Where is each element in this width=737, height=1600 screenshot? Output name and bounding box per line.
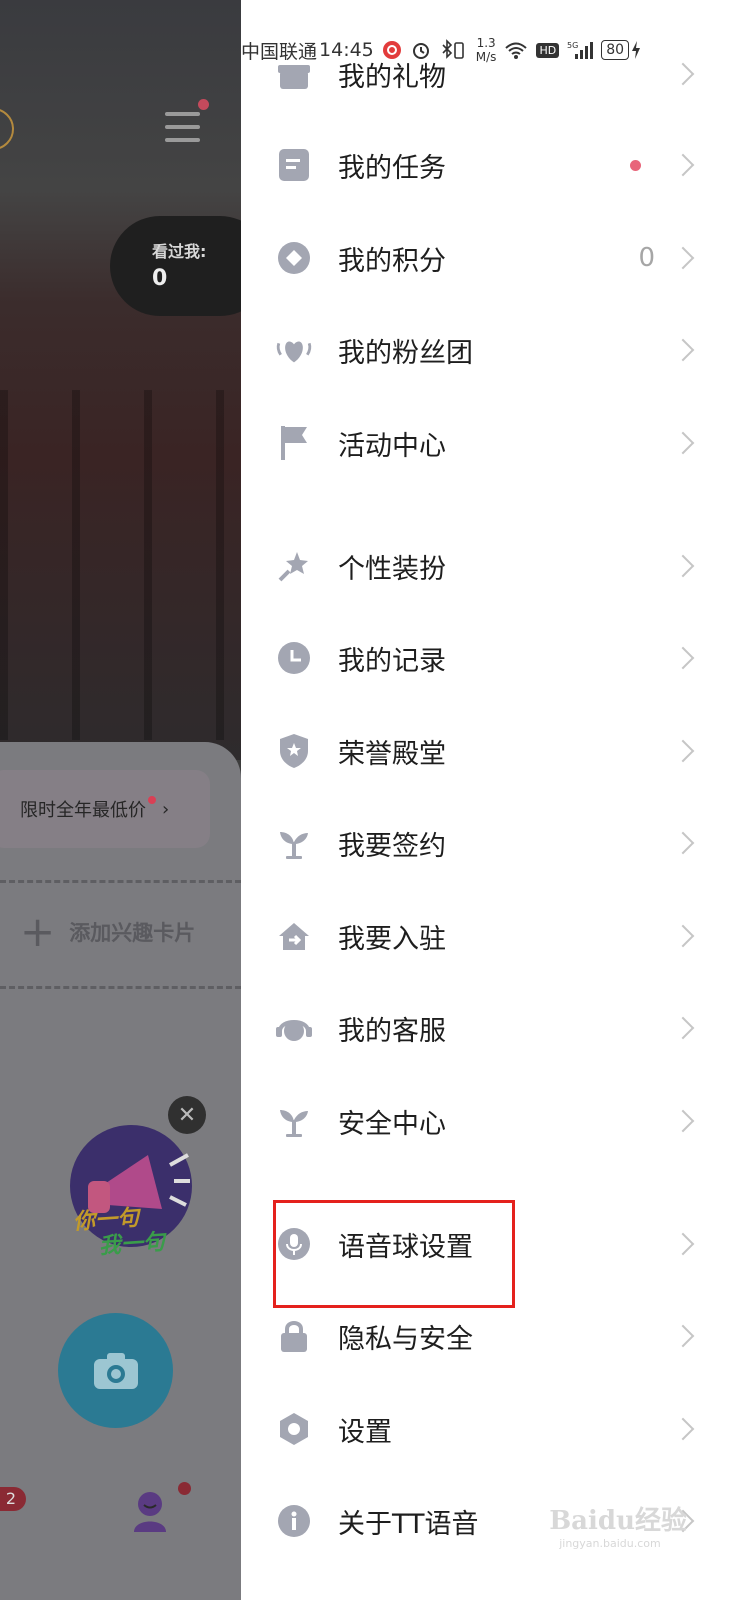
chevron-right-icon	[671, 646, 695, 670]
clock-icon	[275, 639, 313, 677]
menu-item-hall-of-honor[interactable]: 荣誉殿堂	[241, 705, 737, 797]
status-bar: 中国联通 14:45 1.3 M/s HD 5G 80	[241, 33, 737, 67]
hd-icon: HD	[536, 42, 560, 58]
menu-item-tasks[interactable]: 我的任务	[241, 119, 737, 211]
tab-me-icon[interactable]	[132, 1490, 168, 1532]
menu-item-settings[interactable]: 设置	[241, 1383, 737, 1475]
menu-item-label: 荣誉殿堂	[338, 738, 446, 770]
menu-item-records[interactable]: 我的记录	[241, 612, 737, 704]
promo-dot	[148, 796, 156, 804]
seen-me-card[interactable]: 看过我: 0	[110, 216, 241, 316]
svg-text:5G: 5G	[567, 41, 578, 50]
menu-item-label: 安全中心	[338, 1108, 446, 1140]
chevron-right-icon	[671, 739, 695, 763]
side-drawer-menu: 我的礼物 我的任务 我的积分 0 我的粉丝团 活动中心 个性装扮 我的记录 荣誉…	[241, 0, 737, 1600]
menu-item-fan-club[interactable]: 我的粉丝团	[241, 304, 737, 396]
sprout-icon	[275, 1102, 313, 1140]
add-interest-card-button[interactable]: + 添加兴趣卡片	[20, 907, 196, 956]
shield-star-icon	[275, 732, 313, 770]
magic-wand-icon	[275, 547, 313, 585]
background-app-overlay[interactable]: 看过我: 0 限时全年最低价 › + 添加兴趣卡片 你一句 我一句 ✕ 2	[0, 0, 241, 1600]
menu-item-label: 隐私与安全	[338, 1323, 473, 1355]
divider	[0, 986, 241, 989]
notification-app-icon	[382, 40, 402, 60]
battery-level: 80	[601, 40, 630, 60]
menu-item-label: 活动中心	[338, 430, 446, 462]
carrier-name: 中国联通	[241, 40, 318, 63]
chevron-right-icon	[671, 1232, 695, 1256]
charging-icon	[632, 41, 641, 59]
plus-icon: +	[20, 907, 56, 956]
chevron-right-icon	[671, 153, 695, 177]
menu-item-label: 我的客服	[338, 1015, 446, 1047]
flag-icon	[275, 424, 313, 462]
menu-item-label: 我的积分	[338, 245, 446, 277]
menu-item-label: 我要入驻	[338, 923, 446, 955]
bluetooth-battery-icon	[440, 39, 466, 61]
menu-icon[interactable]	[165, 112, 200, 151]
menu-item-label: 设置	[338, 1416, 392, 1448]
alarm-icon	[410, 40, 432, 60]
close-icon[interactable]: ✕	[168, 1096, 206, 1134]
menu-item-label: 个性装扮	[338, 553, 446, 585]
menu-item-activity-center[interactable]: 活动中心	[241, 397, 737, 489]
promo-text: 限时全年最低价	[20, 800, 146, 821]
task-icon	[275, 146, 313, 184]
signal-icon: 5G	[567, 40, 594, 60]
gear-icon	[275, 1410, 313, 1448]
network-speed: 1.3 M/s	[475, 36, 497, 64]
notification-dot	[198, 99, 209, 110]
chevron-right-icon	[671, 831, 695, 855]
chevron-right-icon: ›	[162, 798, 170, 820]
chevron-right-icon	[671, 554, 695, 578]
points-icon	[275, 239, 313, 277]
points-value: 0	[638, 243, 655, 273]
unread-badge: 2	[0, 1487, 26, 1511]
chevron-right-icon	[671, 1324, 695, 1348]
seen-label: 看过我:	[152, 242, 207, 261]
chevron-right-icon	[671, 1417, 695, 1441]
chevron-right-icon	[671, 431, 695, 455]
menu-item-label: 我的记录	[338, 645, 446, 677]
seen-count: 0	[152, 266, 168, 291]
fan-heart-icon	[275, 331, 313, 369]
promo-banner[interactable]: 限时全年最低价 ›	[0, 770, 210, 848]
menu-item-label: 我的粉丝团	[338, 337, 473, 369]
menu-item-customer-service[interactable]: 我的客服	[241, 982, 737, 1074]
info-icon	[275, 1502, 313, 1540]
chevron-right-icon	[671, 338, 695, 362]
divider	[0, 880, 241, 883]
menu-item-label: 我要签约	[338, 830, 446, 862]
add-card-label: 添加兴趣卡片	[69, 921, 196, 945]
wifi-icon	[504, 40, 528, 60]
camera-button[interactable]	[58, 1313, 173, 1428]
home-arrow-icon	[275, 917, 313, 955]
chevron-right-icon	[671, 1109, 695, 1133]
menu-item-sign-contract[interactable]: 我要签约	[241, 797, 737, 889]
menu-item-dress-up[interactable]: 个性装扮	[241, 520, 737, 612]
chevron-right-icon	[671, 1016, 695, 1040]
camera-icon	[93, 1352, 138, 1389]
red-dot-badge	[630, 159, 641, 171]
sprout-icon	[275, 824, 313, 862]
lock-icon	[275, 1317, 313, 1355]
sticker-text: 你一句 我一句	[72, 1205, 166, 1260]
menu-item-label: 关于TT语音	[338, 1508, 479, 1540]
menu-item-security-center[interactable]: 安全中心	[241, 1075, 737, 1167]
notification-dot	[178, 1482, 191, 1495]
clock-time: 14:45	[319, 39, 374, 61]
watermark: Baidu经验 jingyan.baidu.com	[549, 1506, 687, 1550]
chevron-right-icon	[671, 924, 695, 948]
menu-item-points[interactable]: 我的积分 0	[241, 212, 737, 304]
menu-item-join[interactable]: 我要入驻	[241, 890, 737, 982]
menu-item-label: 我的任务	[338, 152, 446, 184]
highlight-box	[273, 1200, 515, 1308]
chevron-right-icon	[671, 246, 695, 270]
headset-icon	[275, 1009, 313, 1047]
